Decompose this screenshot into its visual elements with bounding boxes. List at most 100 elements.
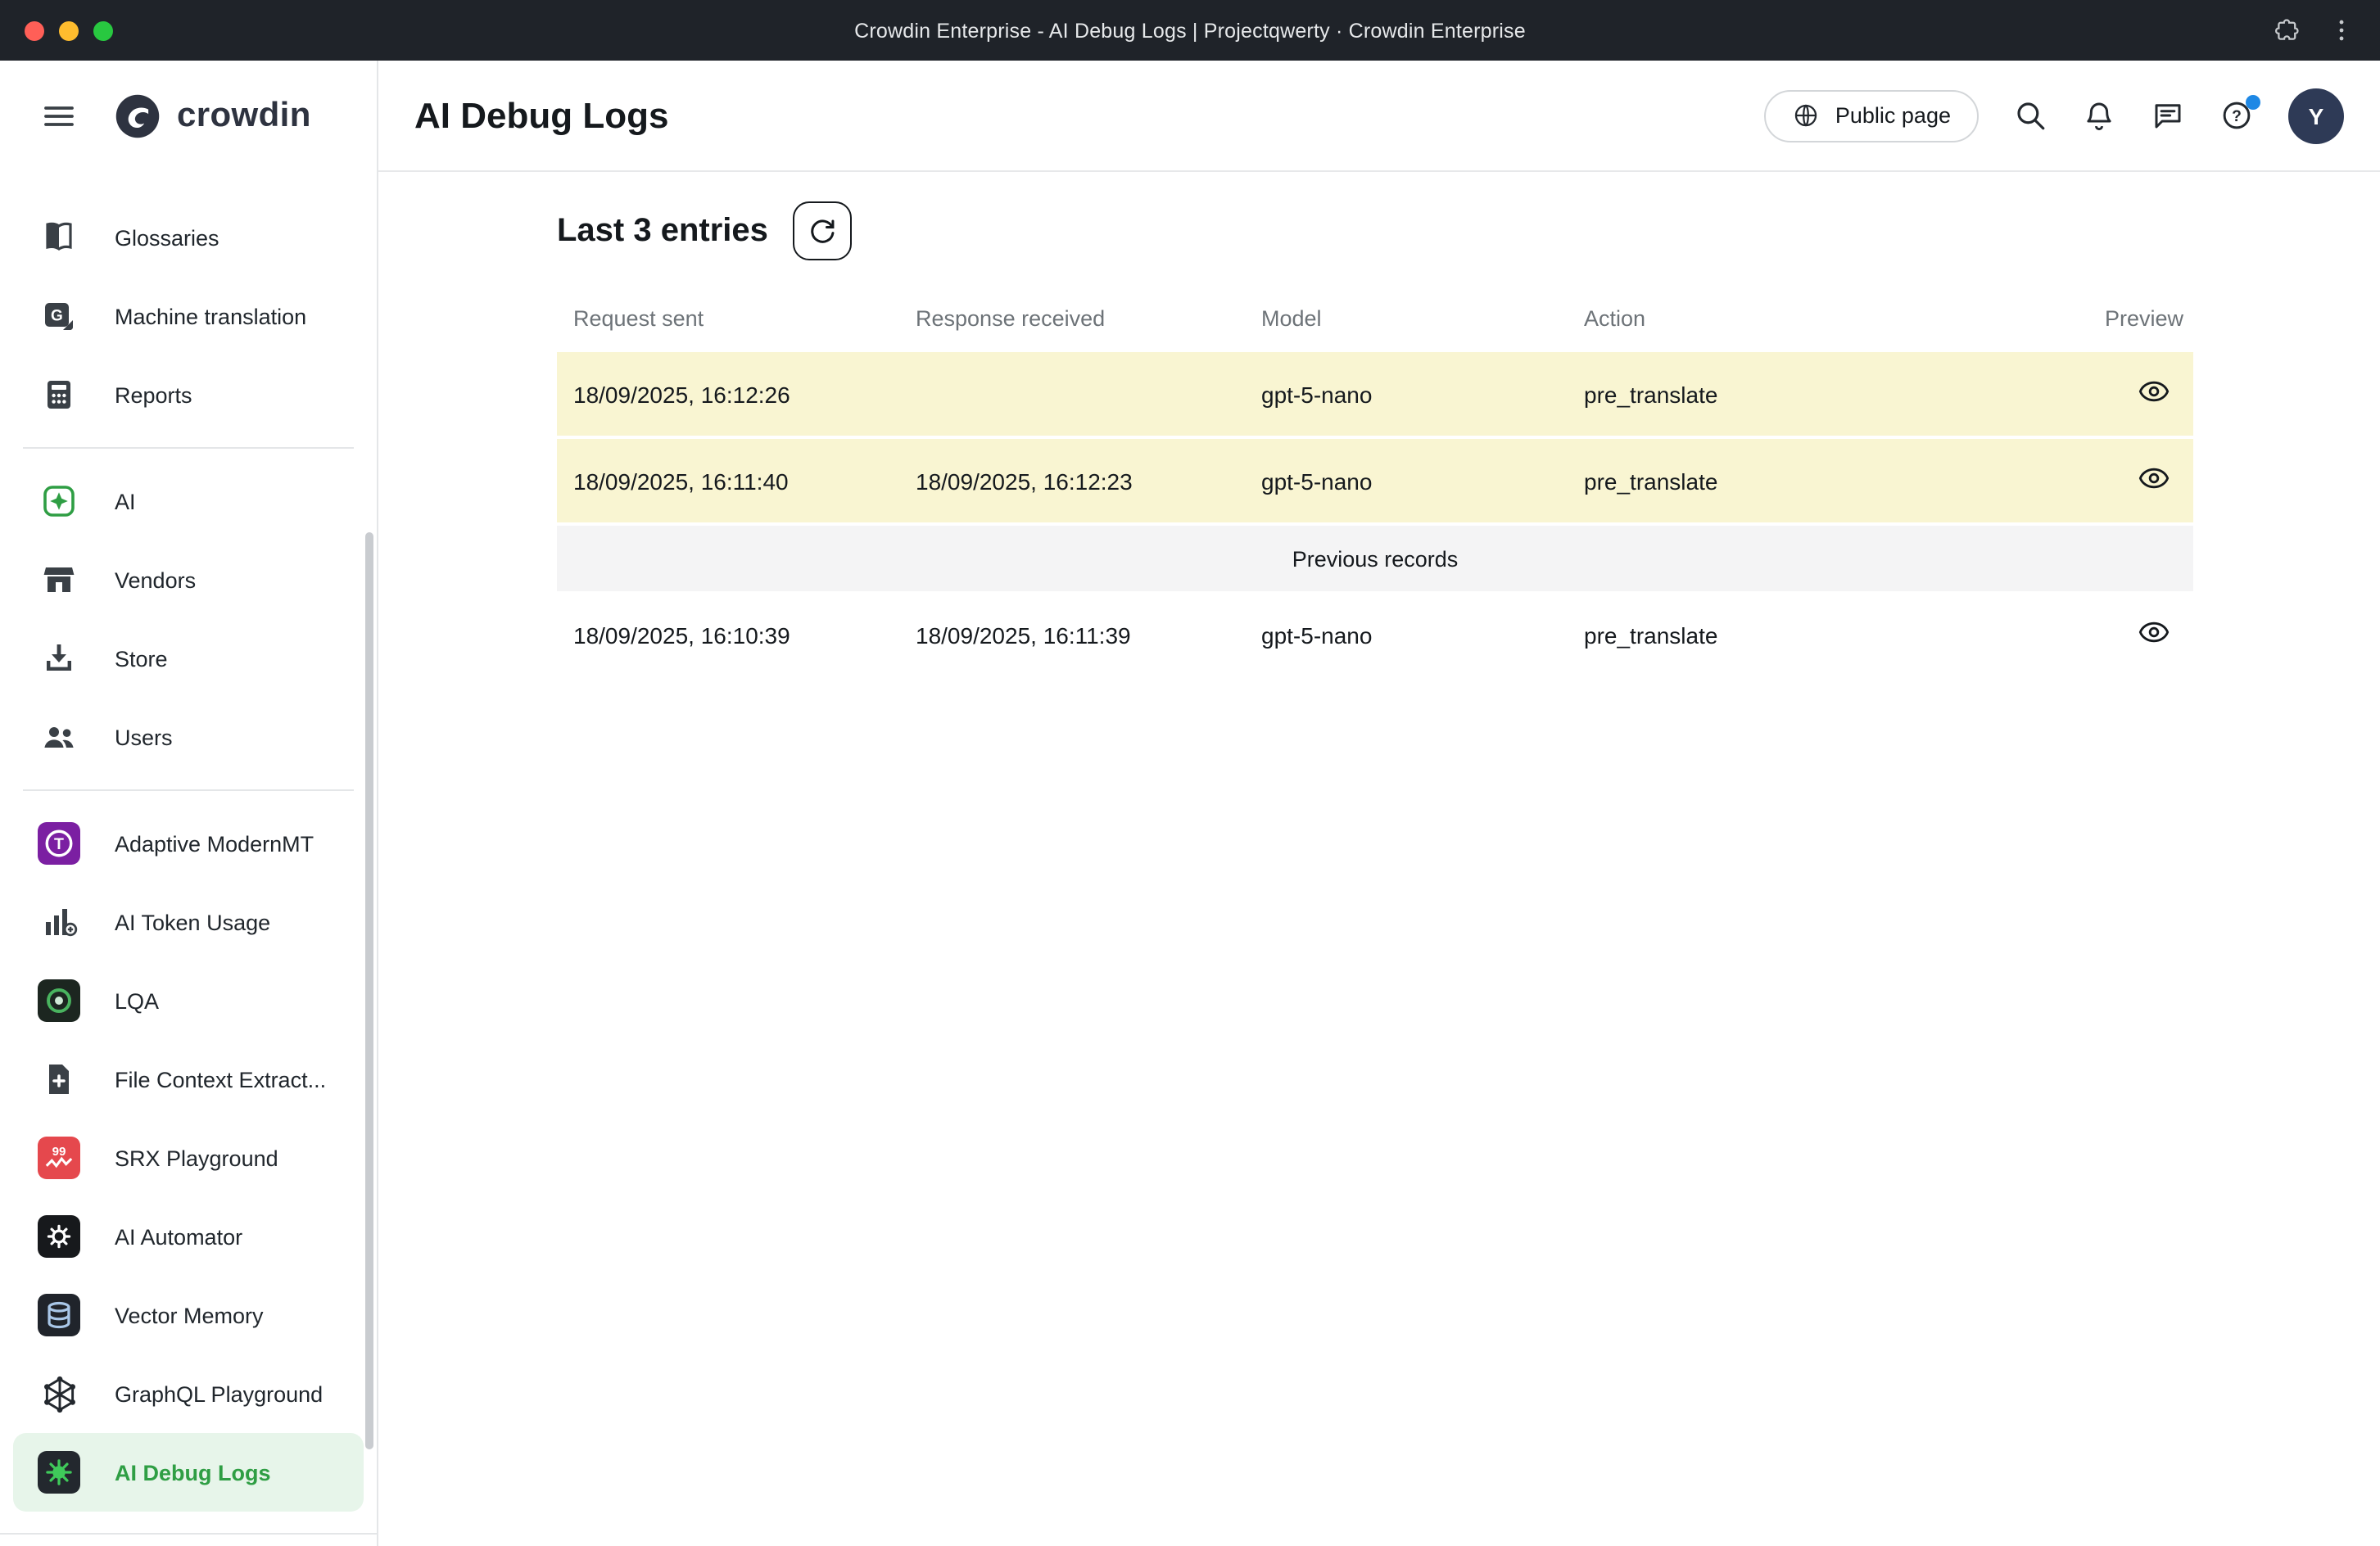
sidebar-item-ai-debug-logs[interactable]: AI Debug Logs — [13, 1433, 364, 1512]
column-header-response-received: Response received — [916, 305, 1261, 330]
sidebar-item-graphql-playground[interactable]: GraphQL Playground — [13, 1354, 364, 1433]
svg-text:T: T — [54, 835, 64, 853]
user-avatar[interactable]: Y — [2288, 88, 2344, 143]
crowdin-logo[interactable]: crowdin — [113, 92, 311, 141]
sidebar-item-label: GraphQL Playground — [115, 1381, 323, 1406]
column-header-preview: Preview — [2046, 305, 2193, 330]
messages-chat-icon[interactable] — [2151, 98, 2185, 133]
notification-dot — [2246, 95, 2260, 110]
vendors-icon — [36, 557, 82, 603]
brand-wordmark: crowdin — [177, 97, 311, 136]
previous-records-label: Previous records — [1292, 546, 1459, 571]
sidebar-item-machine-translation[interactable]: G Machine translation — [13, 277, 364, 355]
sidebar-header: crowdin — [0, 61, 377, 172]
users-icon — [36, 714, 82, 760]
ai-automator-icon — [36, 1214, 82, 1259]
kebab-menu-icon[interactable] — [2328, 16, 2355, 44]
machine-translation-icon: G — [36, 293, 82, 339]
sidebar-item-lqa[interactable]: LQA — [13, 961, 364, 1040]
cell-response-received: 18/09/2025, 16:12:23 — [916, 468, 1261, 494]
help-icon[interactable]: ? — [2219, 98, 2254, 133]
reports-icon — [36, 372, 82, 418]
page-content: Last 3 entries Request sent Response rec… — [378, 172, 2380, 678]
table-row: 18/09/2025, 16:11:40 18/09/2025, 16:12:2… — [557, 439, 2193, 526]
hamburger-menu-icon[interactable] — [39, 97, 79, 136]
file-context-extractor-icon — [36, 1056, 82, 1102]
previous-records-row[interactable]: Previous records — [557, 526, 2193, 591]
sidebar-item-label: SRX Playground — [115, 1146, 278, 1170]
crowdin-logo-icon — [113, 92, 162, 141]
sidebar-nav: Glossaries G Machine translation Reports — [0, 172, 377, 1546]
sidebar-item-label: AI Automator — [115, 1224, 242, 1249]
cell-action: pre_translate — [1584, 622, 2046, 648]
table-row: 18/09/2025, 16:10:39 18/09/2025, 16:11:3… — [557, 591, 2193, 678]
cell-action: pre_translate — [1584, 468, 2046, 494]
sidebar-item-adaptive-modernmt[interactable]: T Adaptive ModernMT — [13, 804, 364, 883]
sidebar-divider — [23, 789, 354, 791]
maximize-window-button[interactable] — [93, 20, 113, 40]
sidebar-item-reports[interactable]: Reports — [13, 355, 364, 434]
app-window: Crowdin Enterprise - AI Debug Logs | Pro… — [0, 0, 2380, 1546]
svg-text:G: G — [51, 308, 63, 325]
sidebar-item-label: AI Token Usage — [115, 910, 270, 934]
extensions-icon[interactable] — [2274, 16, 2301, 44]
sidebar-item-label: Adaptive ModernMT — [115, 831, 314, 856]
refresh-icon — [807, 215, 838, 246]
sidebar-item-label: Machine translation — [115, 304, 306, 328]
sidebar-item-label: Users — [115, 725, 173, 749]
preview-eye-button[interactable] — [2134, 459, 2174, 503]
lqa-icon — [36, 978, 82, 1024]
page-title: AI Debug Logs — [414, 94, 668, 137]
refresh-button[interactable] — [793, 201, 852, 260]
minimize-window-button[interactable] — [59, 20, 79, 40]
sidebar-item-vendors[interactable]: Vendors — [13, 540, 364, 619]
public-page-button[interactable]: Public page — [1765, 89, 1979, 142]
sidebar-item-users[interactable]: Users — [13, 698, 364, 776]
cell-model: gpt-5-nano — [1261, 622, 1584, 648]
cell-response-received: 18/09/2025, 16:11:39 — [916, 622, 1261, 648]
ai-debug-logs-icon — [36, 1449, 82, 1495]
search-icon[interactable] — [2013, 98, 2047, 133]
cell-request-sent: 18/09/2025, 16:12:26 — [573, 381, 916, 407]
sidebar-divider — [23, 447, 354, 449]
column-header-model: Model — [1261, 305, 1584, 330]
notifications-bell-icon[interactable] — [2082, 98, 2116, 133]
graphql-playground-icon — [36, 1371, 82, 1417]
ai-icon — [36, 478, 82, 524]
sidebar-item-label: Reports — [115, 382, 192, 407]
sidebar-item-label: AI — [115, 489, 136, 513]
header-actions: Public page ? Y — [1765, 88, 2344, 143]
sidebar-item-ai[interactable]: AI — [13, 462, 364, 540]
sidebar-item-store[interactable]: Store — [13, 619, 364, 698]
sidebar-item-ai-token-usage[interactable]: AI Token Usage — [13, 883, 364, 961]
store-icon — [36, 635, 82, 681]
table-header-row: Request sent Response received Model Act… — [557, 283, 2193, 352]
sidebar-item-label: Vendors — [115, 567, 196, 592]
main-area: AI Debug Logs Public page — [378, 61, 2380, 1546]
sidebar-item-label: LQA — [115, 988, 159, 1013]
sidebar-scrollbar[interactable] — [365, 532, 373, 1449]
sidebar-item-srx-playground[interactable]: 99 SRX Playground — [13, 1119, 364, 1197]
svg-text:99: 99 — [52, 1145, 66, 1159]
page-header: AI Debug Logs Public page — [378, 61, 2380, 172]
window-controls — [0, 20, 113, 40]
column-header-action: Action — [1584, 305, 2046, 330]
preview-eye-button[interactable] — [2134, 372, 2174, 416]
close-window-button[interactable] — [25, 20, 44, 40]
cell-model: gpt-5-nano — [1261, 381, 1584, 407]
column-header-request-sent: Request sent — [573, 305, 916, 330]
cell-request-sent: 18/09/2025, 16:10:39 — [573, 622, 916, 648]
preview-eye-button[interactable] — [2134, 613, 2174, 657]
ai-token-usage-icon — [36, 899, 82, 945]
entries-heading: Last 3 entries — [557, 212, 768, 250]
sidebar-item-vector-memory[interactable]: Vector Memory — [13, 1276, 364, 1354]
sidebar-item-label: Store — [115, 646, 168, 671]
table-row: 18/09/2025, 16:12:26 gpt-5-nano pre_tran… — [557, 352, 2193, 439]
sidebar: crowdin Glossaries G Machine translation — [0, 61, 378, 1546]
svg-text:?: ? — [2232, 108, 2242, 125]
window-titlebar: Crowdin Enterprise - AI Debug Logs | Pro… — [0, 0, 2380, 61]
glossaries-icon — [36, 215, 82, 260]
sidebar-item-glossaries[interactable]: Glossaries — [13, 198, 364, 277]
sidebar-item-file-context-extractor[interactable]: File Context Extract... — [13, 1040, 364, 1119]
sidebar-item-ai-automator[interactable]: AI Automator — [13, 1197, 364, 1276]
